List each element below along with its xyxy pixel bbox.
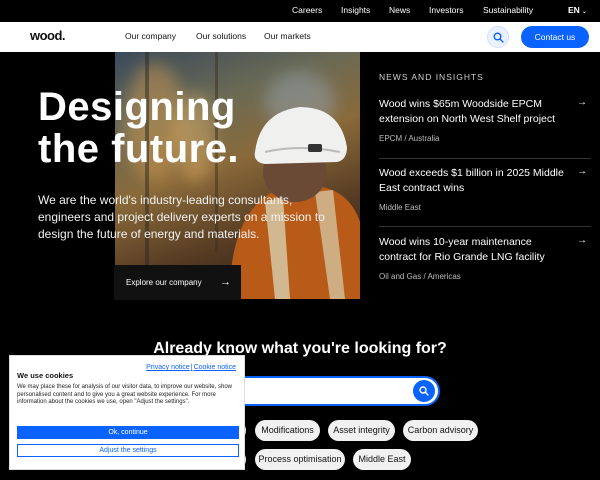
language-selector[interactable]: EN ⌄	[568, 5, 587, 15]
nav-our-company[interactable]: Our company	[125, 31, 176, 41]
wood-logo[interactable]: wood.	[30, 28, 66, 43]
utility-link-news[interactable]: News	[389, 5, 410, 15]
language-label: EN	[568, 5, 580, 15]
utility-link-insights[interactable]: Insights	[341, 5, 370, 15]
chip-carbon-advisory[interactable]: Carbon advisory	[403, 420, 478, 441]
explore-company-button[interactable]: Explore our company →	[114, 265, 241, 300]
chip-process-optimisation[interactable]: Process optimisation	[255, 449, 345, 470]
explore-company-label: Explore our company	[126, 278, 202, 287]
search-submit-button[interactable]	[413, 380, 435, 402]
news-title: Wood exceeds $1 billion in 2025 Middle E…	[379, 167, 564, 194]
cookie-title: We use cookies	[17, 371, 74, 380]
news-item[interactable]: Wood wins $65m Woodside EPCM extension o…	[379, 97, 591, 159]
utility-link-sustainability[interactable]: Sustainability	[483, 5, 533, 15]
news-title: Wood wins $65m Woodside EPCM extension o…	[379, 98, 556, 125]
chip-asset-integrity[interactable]: Asset integrity	[328, 420, 395, 441]
link-separator: |	[190, 364, 193, 371]
privacy-notice-link[interactable]: Privacy notice	[146, 364, 190, 371]
arrow-right-icon: →	[220, 276, 231, 288]
hero-description: We are the world's industry-leading cons…	[38, 193, 325, 241]
search-icon	[419, 386, 429, 396]
chevron-down-icon: ⌄	[581, 9, 587, 15]
hero-title-line-2: the future.	[38, 127, 240, 171]
chip-middle-east[interactable]: Middle East	[353, 449, 411, 470]
cookie-banner: Privacy notice|Cookie notice We use cook…	[9, 355, 245, 470]
arrow-right-icon: →	[577, 235, 587, 246]
utility-bar: Careers Insights News Investors Sustaina…	[0, 0, 600, 22]
news-tag: Oil and Gas / Americas	[379, 272, 461, 281]
hero-title: Designing the future.	[38, 86, 278, 170]
search-button[interactable]	[487, 26, 509, 48]
cookie-adjust-button[interactable]: Adjust the settings	[17, 444, 239, 457]
cookie-body: We may place these for analysis of our v…	[17, 384, 232, 405]
search-icon	[493, 32, 504, 43]
chip-modifications[interactable]: Modifications	[255, 420, 320, 441]
news-tag: EPCM / Australia	[379, 134, 440, 143]
arrow-right-icon: →	[577, 166, 587, 177]
arrow-right-icon: →	[577, 97, 587, 108]
news-item[interactable]: Wood wins 10-year maintenance contract f…	[379, 235, 591, 293]
utility-link-investors[interactable]: Investors	[429, 5, 464, 15]
news-tag: Middle East	[379, 203, 421, 212]
nav-our-markets[interactable]: Our markets	[264, 31, 311, 41]
news-item[interactable]: Wood exceeds $1 billion in 2025 Middle E…	[379, 166, 591, 227]
cookie-links: Privacy notice|Cookie notice	[146, 364, 236, 371]
contact-us-button[interactable]: Contact us	[521, 26, 589, 48]
cookie-accept-button[interactable]: Ok, continue	[17, 426, 239, 439]
nav-our-solutions[interactable]: Our solutions	[196, 31, 246, 41]
hero-title-line-1: Designing	[38, 85, 236, 129]
main-header: wood. Our company Our solutions Our mark…	[0, 22, 600, 52]
cookie-notice-link[interactable]: Cookie notice	[194, 364, 236, 371]
utility-link-careers[interactable]: Careers	[292, 5, 322, 15]
news-title: Wood wins 10-year maintenance contract f…	[379, 236, 545, 263]
news-heading: NEWS AND INSIGHTS	[379, 72, 484, 82]
